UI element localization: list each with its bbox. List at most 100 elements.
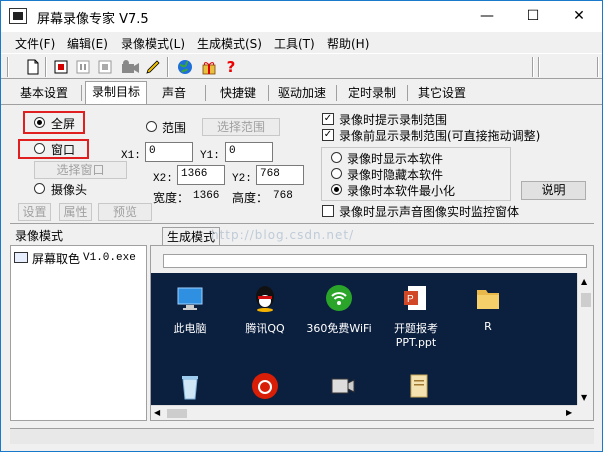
minimize-software-radio[interactable]: [331, 184, 342, 195]
width-label: 宽度：: [153, 191, 190, 205]
menu-gen-mode[interactable]: 生成模式(S): [197, 35, 262, 52]
toolbar-separator: [167, 57, 169, 77]
stop-icon[interactable]: [95, 57, 115, 77]
gift-icon[interactable]: [199, 57, 219, 77]
scroll-down-arrow[interactable]: ▼: [581, 393, 587, 402]
menu-help[interactable]: 帮助(H): [327, 35, 369, 52]
range-radio[interactable]: [146, 121, 157, 132]
qq-icon: [256, 286, 274, 312]
folder-icon: [477, 290, 499, 309]
scroll-up-arrow[interactable]: ▲: [581, 277, 587, 286]
camera-label: 摄像头: [51, 183, 88, 197]
range-label: 范围: [162, 121, 187, 135]
gen-progress-bar: [163, 254, 587, 268]
toolbar-separator: [7, 57, 9, 77]
minimize-software-label: 录像时本软件最小化: [347, 184, 456, 198]
globe-icon[interactable]: [175, 57, 195, 77]
scroll-thumb-horizontal[interactable]: [167, 409, 187, 418]
desktop-icon-folder[interactable]: R: [457, 283, 519, 333]
tab-separator: [407, 85, 408, 101]
toolbar-separator: [45, 57, 47, 77]
show-software-radio[interactable]: [331, 152, 342, 163]
minimize-button[interactable]: —: [464, 1, 510, 32]
desktop-icon-document[interactable]: [387, 371, 449, 405]
desktop-preview[interactable]: 此电脑 腾讯QQ 360免费WiFi P 开题报考 PPT.ppt R: [151, 273, 577, 405]
x2-label: X2:: [153, 173, 173, 185]
maximize-button[interactable]: ☐: [510, 1, 556, 32]
menu-record-mode[interactable]: 录像模式(L): [121, 35, 185, 52]
camera-icon[interactable]: [119, 57, 139, 77]
desktop-icon-ppt[interactable]: P 开题报考 PPT.ppt: [381, 283, 451, 349]
realtime-monitor-label: 录像时显示声音图像实时监控窗体: [339, 205, 520, 219]
close-button[interactable]: ✕: [556, 1, 602, 32]
svg-text:P: P: [407, 294, 414, 305]
show-software-label: 录像时显示本软件: [347, 152, 444, 166]
realtime-monitor-checkbox[interactable]: [322, 205, 334, 217]
desktop-icon-label-line1: 开题报考: [394, 322, 438, 335]
desktop-icon-recycle[interactable]: [159, 371, 221, 405]
settings-button[interactable]: 设置: [18, 203, 51, 221]
help-icon[interactable]: ?: [221, 57, 241, 77]
width-value: 1366: [193, 190, 220, 202]
menu-file[interactable]: 文件(F): [15, 35, 55, 52]
x1-input[interactable]: 0: [145, 142, 193, 162]
desktop-icon-label: 360免费WiFi: [306, 322, 372, 335]
explain-button[interactable]: 说明: [521, 181, 586, 200]
menu-tools[interactable]: 工具(T): [274, 35, 315, 52]
pause-icon[interactable]: [73, 57, 93, 77]
toolbar: ?: [1, 53, 602, 79]
tab-record-target[interactable]: 录制目标: [85, 81, 148, 105]
record-mode-header: 录像模式: [15, 229, 64, 243]
show-range-while-recording-checkbox[interactable]: ✓: [322, 113, 334, 125]
record-file-list[interactable]: 屏幕取色 V1.0.exe: [10, 245, 147, 421]
desktop-icon-recorder[interactable]: [311, 371, 373, 405]
hide-software-radio[interactable]: [331, 168, 342, 179]
desktop-icon-computer[interactable]: 此电脑: [159, 283, 221, 336]
tab-hotkeys[interactable]: 快捷键: [213, 82, 263, 104]
show-range-before-recording-checkbox[interactable]: ✓: [322, 129, 334, 141]
y1-input[interactable]: 0: [225, 142, 273, 162]
new-file-icon[interactable]: [23, 57, 43, 77]
window-radio[interactable]: [34, 143, 45, 154]
tab-separator: [268, 85, 269, 101]
scroll-thumb[interactable]: [581, 293, 591, 307]
show-range-while-recording-label: 录像时提示录制范围: [339, 113, 448, 127]
select-window-button[interactable]: 选择窗口: [34, 161, 127, 179]
y2-input[interactable]: 768: [256, 165, 304, 185]
wifi-icon: [326, 285, 352, 311]
tab-separator: [81, 85, 82, 101]
preview-horizontal-scrollbar[interactable]: ◀ ▶: [151, 405, 577, 420]
x1-label: X1:: [121, 150, 141, 162]
tab-driver-accel[interactable]: 驱动加速: [271, 82, 333, 104]
scroll-right-arrow[interactable]: ▶: [566, 408, 572, 417]
camera-radio[interactable]: [34, 183, 45, 194]
x2-input[interactable]: 1366: [177, 165, 225, 185]
preview-button[interactable]: 预览: [98, 203, 152, 221]
desktop-icon-netease[interactable]: [234, 371, 296, 405]
y1-label: Y1:: [200, 150, 220, 162]
tab-basic-settings[interactable]: 基本设置: [13, 82, 75, 104]
desktop-icon-wifi[interactable]: 360免费WiFi: [301, 283, 377, 336]
tab-other-settings[interactable]: 其它设置: [411, 82, 473, 104]
desktop-icon-qq[interactable]: 腾讯QQ: [234, 283, 296, 336]
pen-icon[interactable]: [143, 57, 163, 77]
exe-file-icon: [14, 252, 28, 263]
preview-vertical-scrollbar[interactable]: ▲ ▼: [577, 273, 593, 405]
tab-scheduled-record[interactable]: 定时录制: [341, 82, 403, 104]
recorder-app-icon: [331, 378, 355, 394]
properties-button[interactable]: 属性: [59, 203, 92, 221]
menu-bar: 文件(F) 编辑(E) 录像模式(L) 生成模式(S) 工具(T) 帮助(H): [1, 32, 602, 53]
title-bar[interactable]: 屏幕录像专家 V7.5 — ☐ ✕: [1, 1, 602, 32]
select-range-button[interactable]: 选择范围: [202, 118, 280, 136]
ppt-icon: P: [404, 286, 426, 310]
height-label: 高度：: [232, 191, 269, 205]
menu-edit[interactable]: 编辑(E): [67, 35, 108, 52]
list-item-name[interactable]: 屏幕取色: [32, 250, 80, 267]
fullscreen-radio[interactable]: [34, 117, 45, 128]
tab-sound[interactable]: 声音: [155, 82, 193, 104]
scroll-left-arrow[interactable]: ◀: [154, 408, 160, 417]
record-icon[interactable]: [51, 57, 71, 77]
list-item-file[interactable]: V1.0.exe: [83, 252, 136, 264]
desktop-icon-label: 腾讯QQ: [245, 322, 285, 335]
window-label: 窗口: [51, 143, 76, 157]
